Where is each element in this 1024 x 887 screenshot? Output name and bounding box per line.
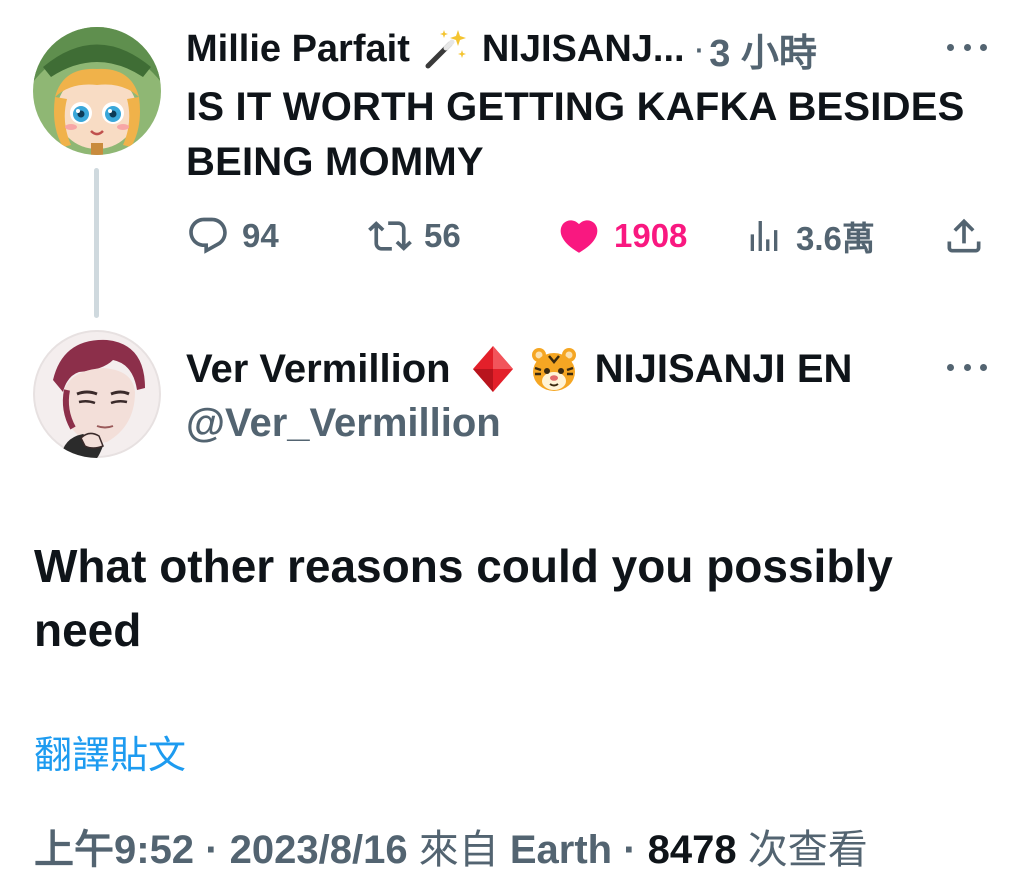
author-handle[interactable]: @Ver_Vermillion <box>186 398 501 448</box>
views-button[interactable]: 3.6萬 <box>744 208 875 264</box>
separator-dot: · <box>205 828 219 872</box>
wand-sparkles-icon <box>422 26 468 72</box>
avatar[interactable] <box>33 330 161 458</box>
tweet-actions: 94 56 1908 3.6萬 <box>0 208 1024 264</box>
parent-tweet[interactable]: Millie Parfait NIJISANJ... · 3 小時 IS IT … <box>0 0 1024 320</box>
tweet-text: IS IT WORTH GETTING KAFKA BESIDES BEING … <box>186 85 965 184</box>
tweet-time[interactable]: 3 小時 <box>709 22 817 77</box>
reply-icon <box>186 214 230 258</box>
reply-count: 94 <box>242 217 279 254</box>
heart-icon <box>556 214 602 258</box>
author-name[interactable]: Ver Vermillion <box>186 347 451 392</box>
share-button[interactable] <box>942 208 986 264</box>
views-chart-icon <box>744 214 784 258</box>
affiliation: NIJISANJI EN <box>594 346 853 391</box>
reply-header: Ver Vermillion NIJISANJI EN <box>186 342 852 396</box>
affiliation: NIJISANJ... <box>481 27 685 70</box>
retweet-icon <box>368 214 412 258</box>
reply-button[interactable]: 94 <box>186 208 279 264</box>
tweet-header: Millie Parfait NIJISANJ... · 3 小時 <box>186 22 817 76</box>
like-count: 1908 <box>614 217 688 254</box>
more-options-icon[interactable] <box>947 41 987 53</box>
tweet-source: Earth <box>509 828 613 872</box>
separator-dot: · <box>623 828 637 872</box>
more-options-icon[interactable] <box>947 361 987 373</box>
views-count[interactable]: 8478 <box>648 828 737 872</box>
avatar[interactable] <box>33 27 161 155</box>
tweet-text: What other reasons could you possibly ne… <box>34 540 893 656</box>
tweet-time[interactable]: 上午9:52 <box>34 828 194 872</box>
red-diamond-icon <box>471 344 515 394</box>
tweet-meta: 上午9:52 · 2023/8/16 來自 Earth · 8478 次查看 <box>34 822 868 878</box>
like-button[interactable]: 1908 <box>556 208 687 264</box>
translate-post-link[interactable]: 翻譯貼文 <box>34 731 186 781</box>
views-count: 3.6萬 <box>796 220 875 257</box>
author-name[interactable]: Millie Parfait <box>186 28 410 71</box>
tiger-face-icon <box>529 344 579 394</box>
retweet-button[interactable]: 56 <box>368 208 461 264</box>
separator-dot: · <box>692 27 706 70</box>
share-icon <box>942 214 986 258</box>
tweet-date[interactable]: 2023/8/16 <box>230 828 408 872</box>
source-prefix: 來自 <box>418 828 499 872</box>
views-label: 次查看 <box>747 828 868 872</box>
retweet-count: 56 <box>424 217 461 254</box>
